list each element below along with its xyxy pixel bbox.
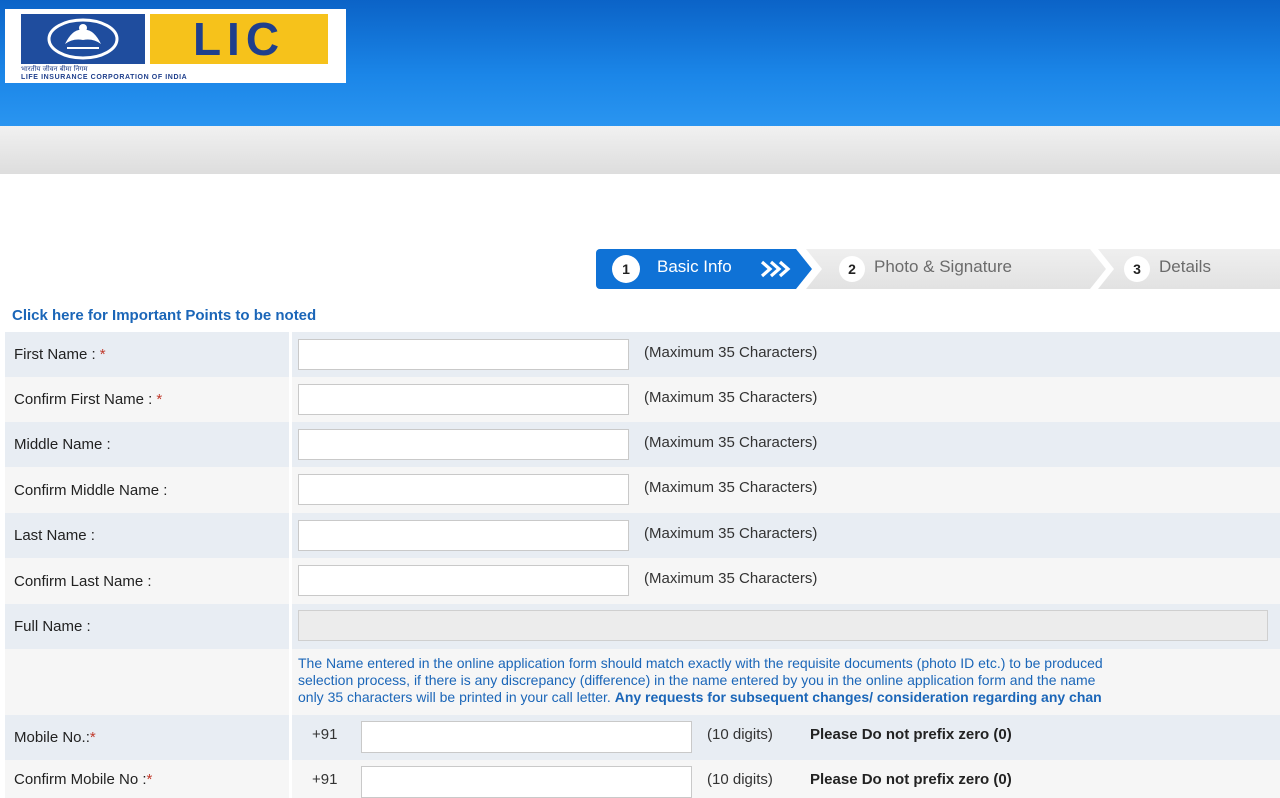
field-cell: (Maximum 35 Characters) <box>292 467 1280 513</box>
lic-logo[interactable]: LIC भारतीय जीवन बीमा निगम LIFE INSURANCE… <box>5 9 346 83</box>
step-number: 1 <box>612 255 640 283</box>
required-marker: * <box>146 770 153 788</box>
field-label: Middle Name : <box>5 422 289 467</box>
step-number: 3 <box>1124 256 1150 282</box>
field-hint: (Maximum 35 Characters) <box>644 344 818 361</box>
country-code: +91 <box>312 771 338 788</box>
form-row-confirm-middle-name: Confirm Middle Name : (Maximum 35 Charac… <box>5 467 1280 513</box>
important-points-link[interactable]: Click here for Important Points to be no… <box>12 307 316 324</box>
logo-text: LIC <box>192 13 286 65</box>
required-marker: * <box>156 391 163 408</box>
digits-hint: (10 digits) <box>707 726 773 743</box>
logo-hindi-text: भारतीय जीवन बीमा निगम <box>21 65 88 73</box>
field-hint: (Maximum 35 Characters) <box>644 570 818 587</box>
label-text: First Name : <box>14 346 96 363</box>
field-hint: (Maximum 35 Characters) <box>644 389 818 406</box>
last-name-input[interactable] <box>298 520 629 551</box>
field-cell: +91 (10 digits) Please Do not prefix zer… <box>292 760 1280 798</box>
field-label: Last Name : <box>5 513 289 558</box>
logo-subtitle: LIFE INSURANCE CORPORATION OF INDIA <box>21 74 188 81</box>
note-line: only 35 characters will be printed in yo… <box>298 689 1280 706</box>
step-label: Basic Info <box>657 257 732 276</box>
step-label: Photo & Signature <box>874 257 1012 276</box>
label-text: Mobile No.: <box>14 729 90 746</box>
field-hint: (Maximum 35 Characters) <box>644 479 818 496</box>
field-cell: (Maximum 35 Characters) <box>292 332 1280 377</box>
required-marker: * <box>99 346 106 363</box>
country-code: +91 <box>312 726 338 743</box>
form-row-confirm-first-name: Confirm First Name : * (Maximum 35 Chara… <box>5 377 1280 422</box>
field-cell <box>292 604 1280 649</box>
confirm-first-name-input[interactable] <box>298 384 629 415</box>
field-hint: (Maximum 35 Characters) <box>644 434 818 451</box>
step-number: 2 <box>839 256 865 282</box>
field-cell: +91 (10 digits) Please Do not prefix zer… <box>292 715 1280 760</box>
label-text: Confirm Mobile No : <box>14 770 147 788</box>
lic-emblem-icon <box>21 14 145 64</box>
label-text: Middle Name : <box>14 436 111 453</box>
label-text: Confirm Middle Name : <box>14 481 168 499</box>
step-label: Details <box>1159 257 1211 276</box>
field-hint: (Maximum 35 Characters) <box>644 525 818 542</box>
form-row-first-name: First Name : * (Maximum 35 Characters) <box>5 332 1280 377</box>
field-cell: (Maximum 35 Characters) <box>292 558 1280 604</box>
middle-name-input[interactable] <box>298 429 629 460</box>
confirm-middle-name-input[interactable] <box>298 474 629 505</box>
site-header: LIC भारतीय जीवन बीमा निगम LIFE INSURANCE… <box>0 0 1280 126</box>
zero-prefix-warning: Please Do not prefix zero (0) <box>810 726 1012 743</box>
field-cell: The Name entered in the online applicati… <box>292 649 1280 715</box>
double-chevron-right-icon <box>760 260 791 278</box>
label-text: Confirm First Name : <box>14 391 153 408</box>
zero-prefix-warning: Please Do not prefix zero (0) <box>810 771 1012 788</box>
name-match-note: The Name entered in the online applicati… <box>298 655 1280 706</box>
form-row-middle-name: Middle Name : (Maximum 35 Characters) <box>5 422 1280 467</box>
required-marker: * <box>89 729 96 746</box>
note-line: selection process, if there is any discr… <box>298 672 1096 688</box>
field-label: Mobile No.: * <box>5 715 289 760</box>
form-row-name-note: The Name entered in the online applicati… <box>5 649 1280 715</box>
full-name-field <box>298 610 1268 641</box>
form-row-confirm-mobile: Confirm Mobile No : * +91 (10 digits) Pl… <box>5 760 1280 798</box>
form-row-last-name: Last Name : (Maximum 35 Characters) <box>5 513 1280 558</box>
label-text: Full Name : <box>14 618 91 635</box>
step-photo-signature: 2 Photo & Signature <box>806 249 1106 289</box>
note-text: only 35 characters will be printed in yo… <box>298 689 611 705</box>
field-label: Confirm Mobile No : * <box>5 760 289 798</box>
step-details: 3 Details <box>1098 249 1280 289</box>
application-steps: 3 Details 2 Photo & Signature 1 Basic In… <box>596 249 1280 289</box>
label-text: Last Name : <box>14 527 95 544</box>
field-label: First Name : * <box>5 332 289 377</box>
mobile-number-input[interactable] <box>361 721 692 753</box>
digits-hint: (10 digits) <box>707 771 773 788</box>
field-cell: (Maximum 35 Characters) <box>292 377 1280 422</box>
field-label: Confirm Last Name : <box>5 558 289 604</box>
field-label: Full Name : <box>5 604 289 649</box>
first-name-input[interactable] <box>298 339 629 370</box>
lic-wordmark: LIC <box>150 14 328 64</box>
note-emphasis: Any requests for subsequent changes/ con… <box>614 689 1102 705</box>
form-row-full-name: Full Name : <box>5 604 1280 649</box>
confirm-mobile-number-input[interactable] <box>361 766 692 798</box>
note-line: The Name entered in the online applicati… <box>298 655 1103 671</box>
empty-label-cell <box>5 649 289 715</box>
field-label: Confirm Middle Name : <box>5 467 289 513</box>
form-row-confirm-last-name: Confirm Last Name : (Maximum 35 Characte… <box>5 558 1280 604</box>
confirm-last-name-input[interactable] <box>298 565 629 596</box>
step-basic-info: 1 Basic Info <box>596 249 812 289</box>
header-subbar <box>0 126 1280 174</box>
field-cell: (Maximum 35 Characters) <box>292 422 1280 467</box>
field-label: Confirm First Name : * <box>5 377 289 422</box>
form-row-mobile: Mobile No.: * +91 (10 digits) Please Do … <box>5 715 1280 760</box>
field-cell: (Maximum 35 Characters) <box>292 513 1280 558</box>
label-text: Confirm Last Name : <box>14 572 152 590</box>
